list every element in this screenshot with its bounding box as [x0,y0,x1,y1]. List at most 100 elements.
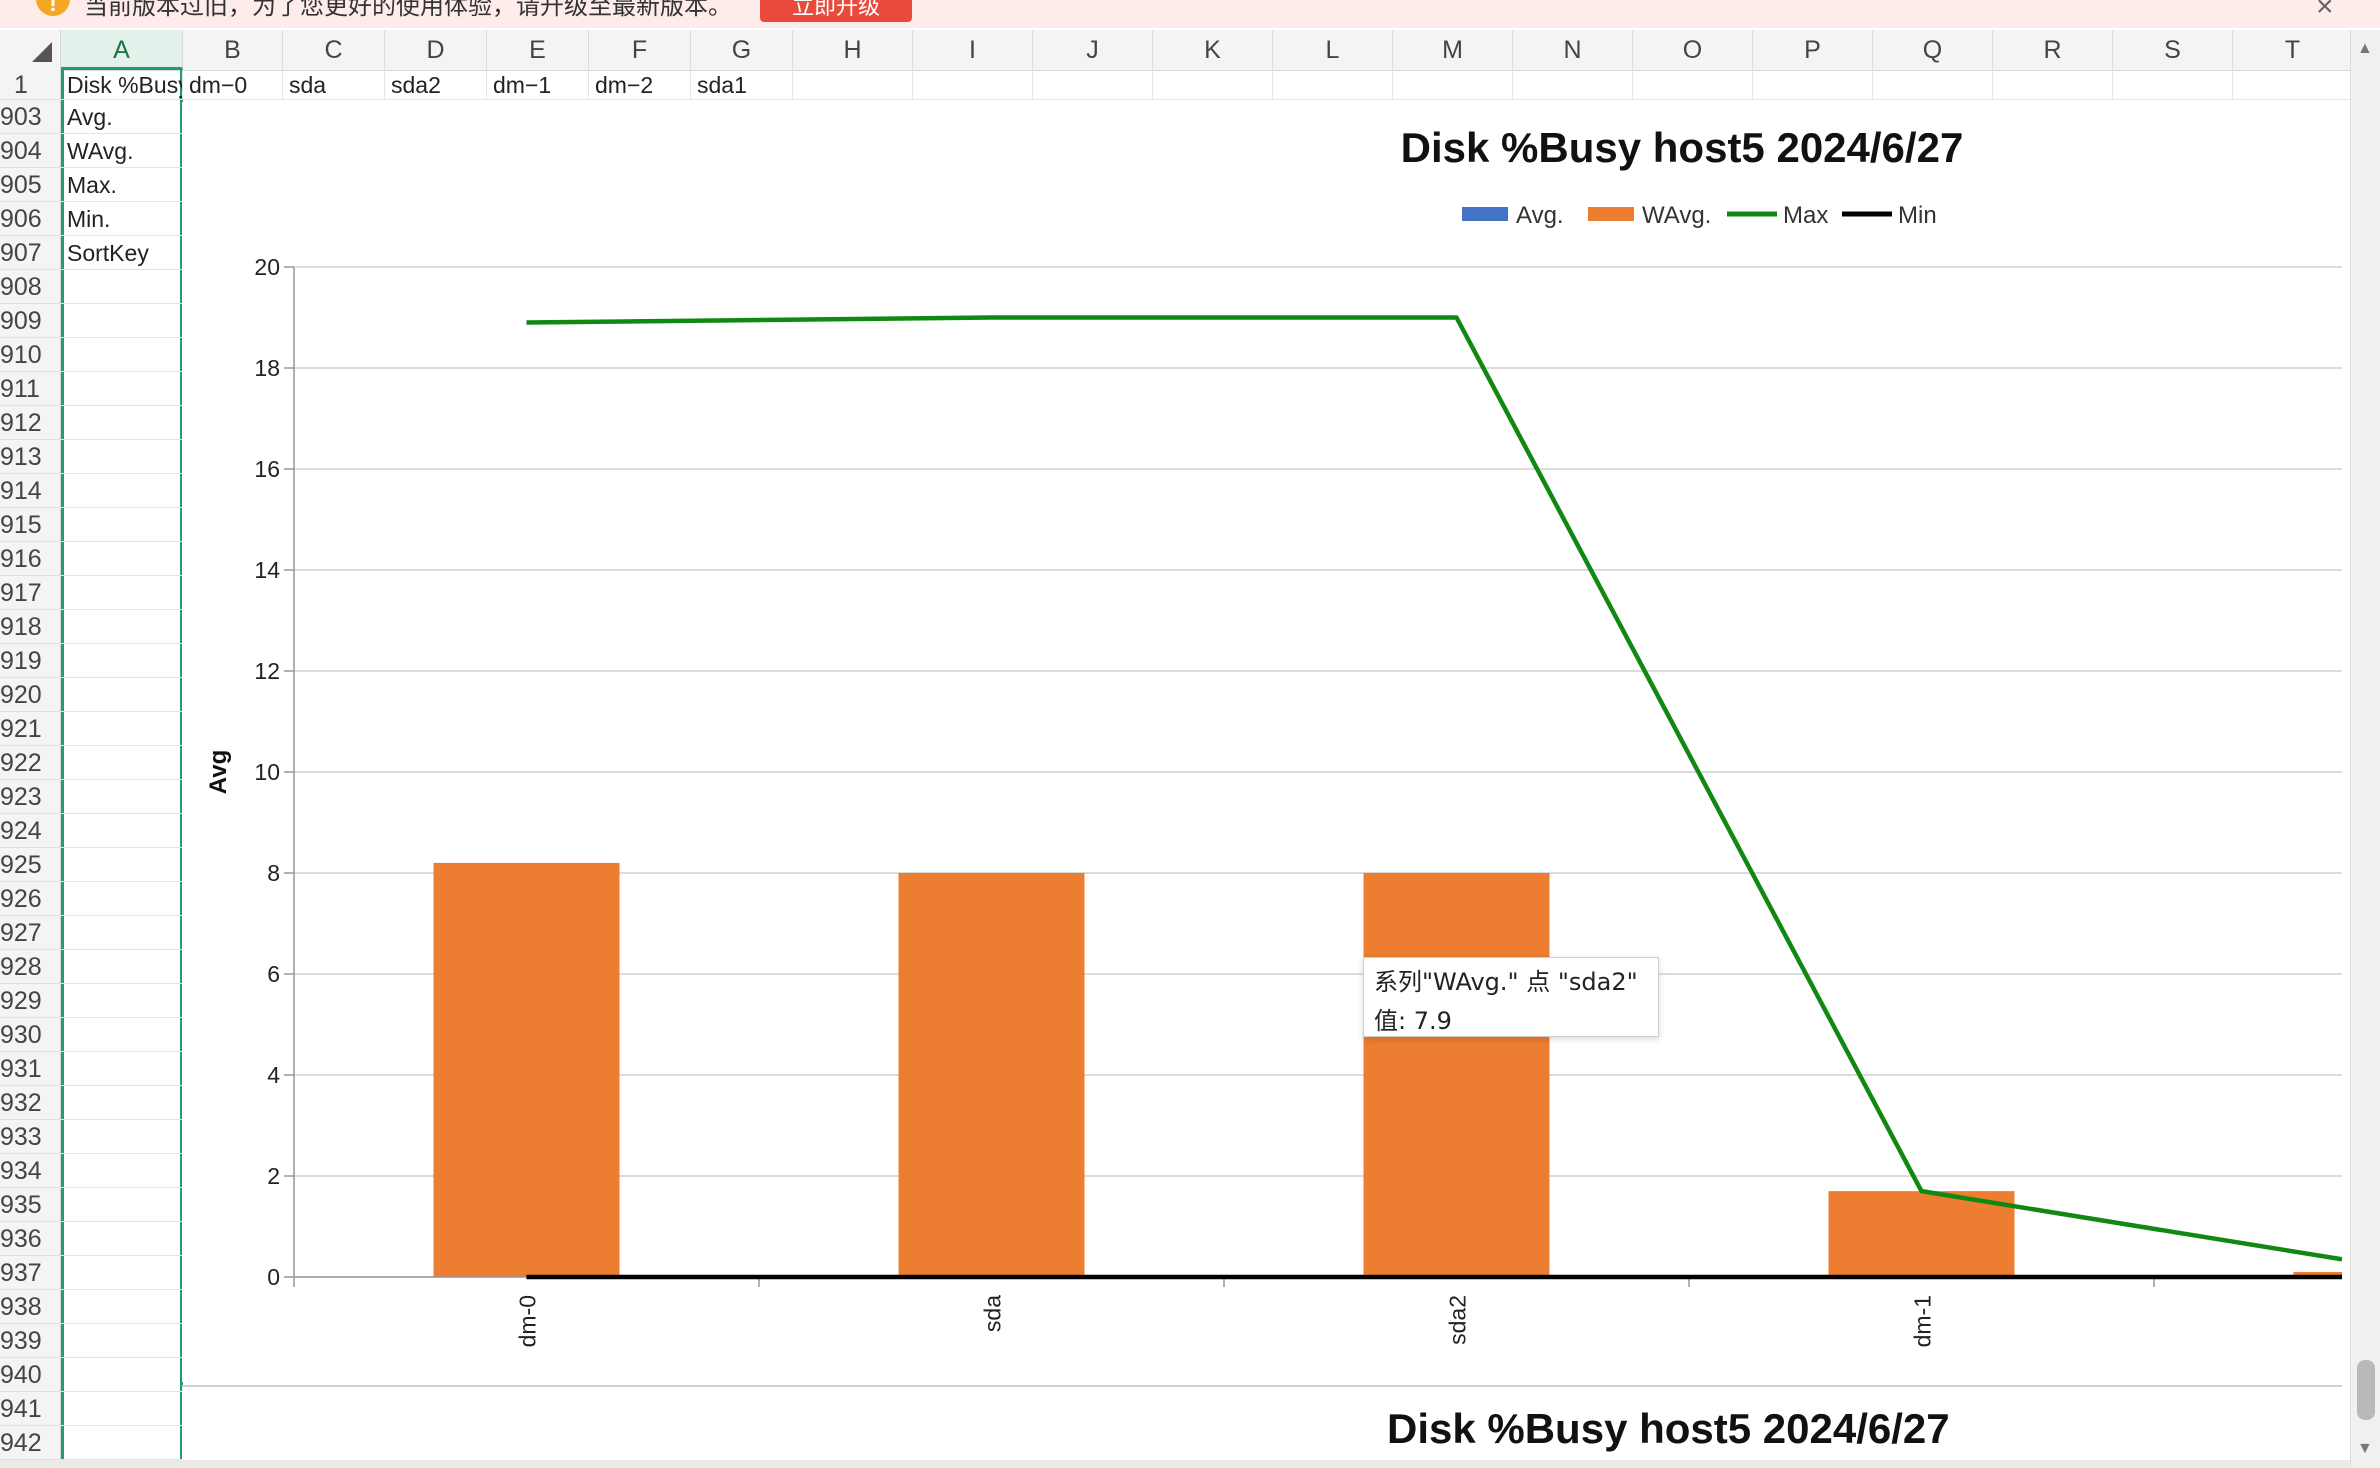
row-header[interactable]: 914 [0,474,60,508]
cell-row1-m[interactable] [1393,70,1513,100]
column-header-i[interactable]: I [913,30,1033,70]
cell-a[interactable] [61,338,183,372]
cell-row1-s[interactable] [2113,70,2233,100]
row-header[interactable]: 920 [0,678,60,712]
column-header-e[interactable]: E [487,30,589,70]
column-header-q[interactable]: Q [1873,30,1993,70]
column-header-n[interactable]: N [1513,30,1633,70]
cell-a[interactable] [61,1358,183,1392]
row-header[interactable]: 929 [0,984,60,1018]
cell-row1-q[interactable] [1873,70,1993,100]
row-header[interactable]: 937 [0,1256,60,1290]
cell-a[interactable] [61,576,183,610]
cell-row1-p[interactable] [1753,70,1873,100]
cell-a[interactable] [61,644,183,678]
row-header[interactable]: 932 [0,1086,60,1120]
row-header[interactable]: 910 [0,338,60,372]
close-icon[interactable]: × [2316,0,2334,24]
column-header-l[interactable]: L [1273,30,1393,70]
chart-disk-busy-second[interactable]: Disk %Busy host5 2024/6/27 [182,1385,2342,1467]
cell-a[interactable] [61,1426,183,1460]
cell-a[interactable] [61,780,183,814]
row-header[interactable]: 909 [0,304,60,338]
row-header[interactable]: 941 [0,1392,60,1426]
cell-row1-e[interactable]: dm−1 [487,70,589,100]
cell-a[interactable] [61,440,183,474]
column-header-s[interactable]: S [2113,30,2233,70]
row-header[interactable]: 912 [0,406,60,440]
column-header-a[interactable]: A [61,30,183,70]
cell-a[interactable] [61,746,183,780]
scroll-up-icon[interactable]: ▲ [2357,40,2373,58]
row-header[interactable]: 922 [0,746,60,780]
column-header-d[interactable]: D [385,30,487,70]
cell-a[interactable]: Max. [61,168,183,202]
column-header-p[interactable]: P [1753,30,1873,70]
cell-a[interactable] [61,1154,183,1188]
cell-a[interactable] [61,1290,183,1324]
row-header[interactable]: 939 [0,1324,60,1358]
cell-a[interactable]: SortKey [61,236,183,270]
cell-a[interactable] [61,984,183,1018]
row-header[interactable]: 925 [0,848,60,882]
row-header[interactable]: 918 [0,610,60,644]
cell-row1-h[interactable] [793,70,913,100]
cell-a[interactable] [61,678,183,712]
row-header[interactable]: 927 [0,916,60,950]
scroll-down-icon[interactable]: ▼ [2357,1440,2373,1458]
row-header[interactable]: 928 [0,950,60,984]
cell-a[interactable] [61,406,183,440]
cell-row1-d[interactable]: sda2 [385,70,487,100]
row-header[interactable]: 903 [0,100,60,134]
row-header[interactable]: 934 [0,1154,60,1188]
row-header[interactable]: 913 [0,440,60,474]
row-header[interactable]: 936 [0,1222,60,1256]
cell-row1-a[interactable]: Disk %Busy [61,70,183,100]
horizontal-scrollbar[interactable] [0,1460,2350,1468]
cell-a[interactable] [61,1188,183,1222]
select-all-corner[interactable] [0,30,61,70]
cell-row1-l[interactable] [1273,70,1393,100]
column-header-h[interactable]: H [793,30,913,70]
upgrade-button[interactable]: 立即升级 [760,0,912,22]
cell-a[interactable] [61,712,183,746]
row-header[interactable]: 907 [0,236,60,270]
cell-a[interactable] [61,270,183,304]
row-header[interactable]: 917 [0,576,60,610]
row-header[interactable]: 935 [0,1188,60,1222]
column-header-b[interactable]: B [183,30,283,70]
scroll-thumb[interactable] [2357,1360,2375,1420]
cell-a[interactable] [61,1222,183,1256]
row-header[interactable]: 924 [0,814,60,848]
row-header[interactable]: 911 [0,372,60,406]
cell-a[interactable] [61,848,183,882]
row-header[interactable]: 921 [0,712,60,746]
cell-a[interactable] [61,1086,183,1120]
column-header-f[interactable]: F [589,30,691,70]
cell-a[interactable] [61,1392,183,1426]
cell-a[interactable] [61,508,183,542]
row-header[interactable]: 916 [0,542,60,576]
chart-disk-busy[interactable]: Disk %Busy host5 2024/6/27 Avg. WAvg. Max Mi… [182,102,2380,1382]
vertical-scrollbar[interactable]: ▲ ▼ [2350,30,2380,1468]
column-header-o[interactable]: O [1633,30,1753,70]
cell-a[interactable] [61,1018,183,1052]
cell-row1-k[interactable] [1153,70,1273,100]
cell-row1-f[interactable]: dm−2 [589,70,691,100]
cell-a[interactable]: WAvg. [61,134,183,168]
cell-a[interactable] [61,1120,183,1154]
cell-row1-g[interactable]: sda1 [691,70,793,100]
row-header[interactable]: 904 [0,134,60,168]
cell-row1-n[interactable] [1513,70,1633,100]
cell-a[interactable] [61,610,183,644]
cell-a[interactable]: Min. [61,202,183,236]
row-header[interactable]: 908 [0,270,60,304]
row-header[interactable]: 906 [0,202,60,236]
cell-a[interactable] [61,304,183,338]
cell-a[interactable] [61,814,183,848]
cell-row1-j[interactable] [1033,70,1153,100]
column-header-m[interactable]: M [1393,30,1513,70]
cell-a[interactable] [61,372,183,406]
row-header[interactable]: 1 [0,70,60,100]
cell-row1-o[interactable] [1633,70,1753,100]
